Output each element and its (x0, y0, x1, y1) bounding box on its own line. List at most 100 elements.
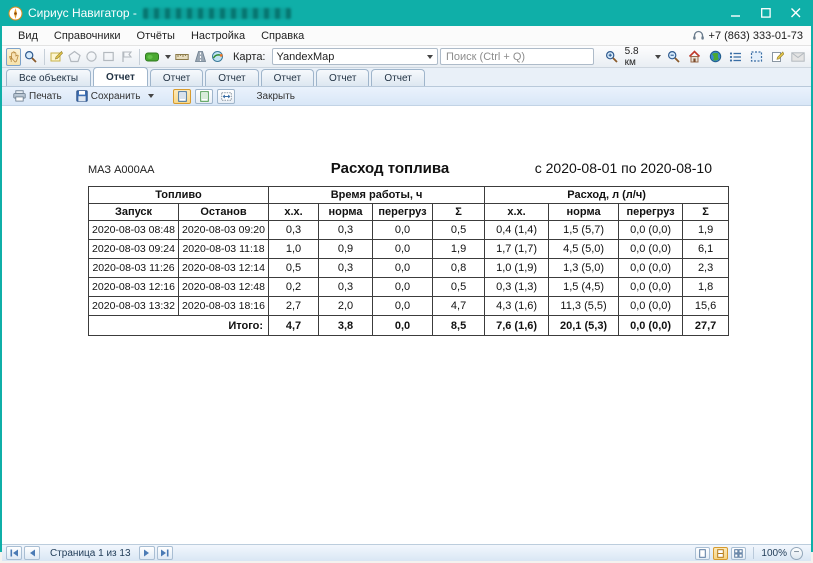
polygon-tool-button[interactable] (67, 48, 82, 66)
zoom-window-button[interactable] (23, 48, 38, 66)
view-mode-continuous-button[interactable] (195, 89, 213, 104)
edit-notes-icon (771, 50, 784, 63)
prev-page-button[interactable] (24, 546, 40, 560)
table-cell: 0,2 (269, 278, 319, 297)
objects-layer-dropdown[interactable] (144, 48, 172, 66)
table-cell: 1,9 (433, 240, 485, 259)
edit-track-icon (50, 50, 63, 63)
legend-list-button[interactable] (726, 48, 745, 66)
zoom-in-icon (605, 50, 618, 63)
total-cell: 3,8 (319, 316, 373, 336)
fit-width-icon (221, 92, 232, 101)
sb-view-fit-button[interactable] (713, 547, 728, 560)
tab[interactable]: Отчет (150, 69, 203, 86)
close-report-button[interactable]: Закрыть (251, 89, 300, 104)
support-phone-number: +7 (863) 333-01-73 (709, 30, 803, 42)
map-select[interactable]: YandexMap (272, 48, 439, 65)
ruler-icon (175, 51, 189, 63)
toolbar-separator (139, 49, 140, 65)
tab[interactable]: Отчет (316, 69, 369, 86)
minimize-button[interactable] (721, 0, 751, 26)
sb-view-multi-button[interactable] (731, 547, 746, 560)
table-row: 2020-08-03 13:322020-08-03 18:162,72,00,… (89, 297, 729, 316)
zoom-out-button[interactable] (665, 48, 684, 66)
first-page-button[interactable] (6, 546, 22, 560)
select-region-button[interactable] (747, 48, 766, 66)
menu-item[interactable]: Настройка (183, 28, 253, 44)
circle-tool-button[interactable] (84, 48, 99, 66)
edit-track-button[interactable] (49, 48, 64, 66)
menu-item[interactable]: Отчёты (129, 28, 183, 44)
table-row: 2020-08-03 08:482020-08-03 09:200,30,30,… (89, 221, 729, 240)
menu-item[interactable]: Вид (10, 28, 46, 44)
print-button-label: Печать (29, 91, 62, 102)
route-icon (211, 50, 224, 63)
last-page-button[interactable] (157, 546, 173, 560)
view-mode-single-button[interactable] (173, 89, 191, 104)
view-mode-fit-button[interactable] (217, 89, 235, 104)
tab[interactable]: Отчет (261, 69, 314, 86)
search-input[interactable] (440, 48, 594, 65)
pan-hand-button[interactable] (6, 48, 21, 66)
group-header: Топливо (89, 187, 269, 204)
table-cell: 0,0 (373, 259, 433, 278)
scale-dropdown[interactable]: 5.8 км (623, 46, 663, 68)
table-head: ТопливоВремя работы, чРасход, л (л/ч)Зап… (89, 187, 729, 221)
table-cell: 4,7 (433, 297, 485, 316)
map-select-value: YandexMap (277, 51, 423, 63)
table-cell: 4,5 (5,0) (549, 240, 619, 259)
tab-active[interactable]: Отчет (93, 67, 148, 86)
polygon-tool-icon (68, 50, 81, 63)
table-cell: 1,5 (5,7) (549, 221, 619, 240)
page-continuous-icon (200, 91, 209, 102)
maximize-button[interactable] (751, 0, 781, 26)
globe-button[interactable] (706, 48, 725, 66)
column-header: перегруз (619, 204, 683, 221)
menu-item[interactable]: Справка (253, 28, 312, 44)
table-cell: 1,7 (1,7) (485, 240, 549, 259)
scale-value: 5.8 км (625, 46, 650, 68)
group-header: Расход, л (л/ч) (485, 187, 729, 204)
table-cell: 0,4 (1,4) (485, 221, 549, 240)
save-button[interactable]: Сохранить (71, 88, 160, 104)
table-cell: 0,0 (373, 221, 433, 240)
menu-bar: ВидСправочникиОтчётыНастройкаСправка +7 … (2, 26, 811, 46)
rectangle-tool-button[interactable] (101, 48, 116, 66)
zoom-level: 100% (761, 548, 787, 559)
table-cell: 1,8 (683, 278, 729, 297)
table-cell: 0,0 (373, 240, 433, 259)
next-page-button[interactable] (139, 546, 155, 560)
flag-tool-button[interactable] (118, 48, 133, 66)
circle-tool-icon (85, 50, 98, 63)
zoom-minus-button[interactable]: − (790, 547, 803, 560)
edit-notes-button[interactable] (768, 48, 787, 66)
ruler-button[interactable] (174, 48, 190, 66)
table-cell: 0,0 (0,0) (619, 240, 683, 259)
map-select-caret-icon (427, 55, 433, 59)
tab[interactable]: Все объекты (6, 69, 91, 86)
table-cell: 1,0 (269, 240, 319, 259)
report-toolbar: Печать Сохранить (2, 87, 811, 106)
print-button[interactable]: Печать (8, 88, 67, 104)
table-cell: 2020-08-03 08:48 (89, 221, 179, 240)
list-icon (729, 51, 742, 63)
total-cell: 0,0 (0,0) (619, 316, 683, 336)
vehicle-name: МАЗ А000АА (88, 164, 268, 176)
menu-item[interactable]: Справочники (46, 28, 129, 44)
home-button[interactable] (685, 48, 704, 66)
route-button[interactable] (210, 48, 225, 66)
save-caret-icon (148, 94, 154, 98)
sb-view-single-button[interactable] (695, 547, 710, 560)
road-distance-button[interactable] (192, 48, 207, 66)
tab[interactable]: Отчет (205, 69, 258, 86)
table-cell: 0,0 (0,0) (619, 259, 683, 278)
close-button[interactable] (781, 0, 811, 26)
table-cell: 1,5 (4,5) (549, 278, 619, 297)
title-bar: Сириус Навигатор - (2, 0, 811, 26)
messages-button[interactable] (788, 48, 807, 66)
table-cell: 2020-08-03 12:14 (179, 259, 269, 278)
table-cell: 0,3 (269, 221, 319, 240)
main-toolbar: Карта: YandexMap 5.8 км (2, 46, 811, 68)
zoom-in-button[interactable] (602, 48, 621, 66)
tab[interactable]: Отчет (371, 69, 424, 86)
